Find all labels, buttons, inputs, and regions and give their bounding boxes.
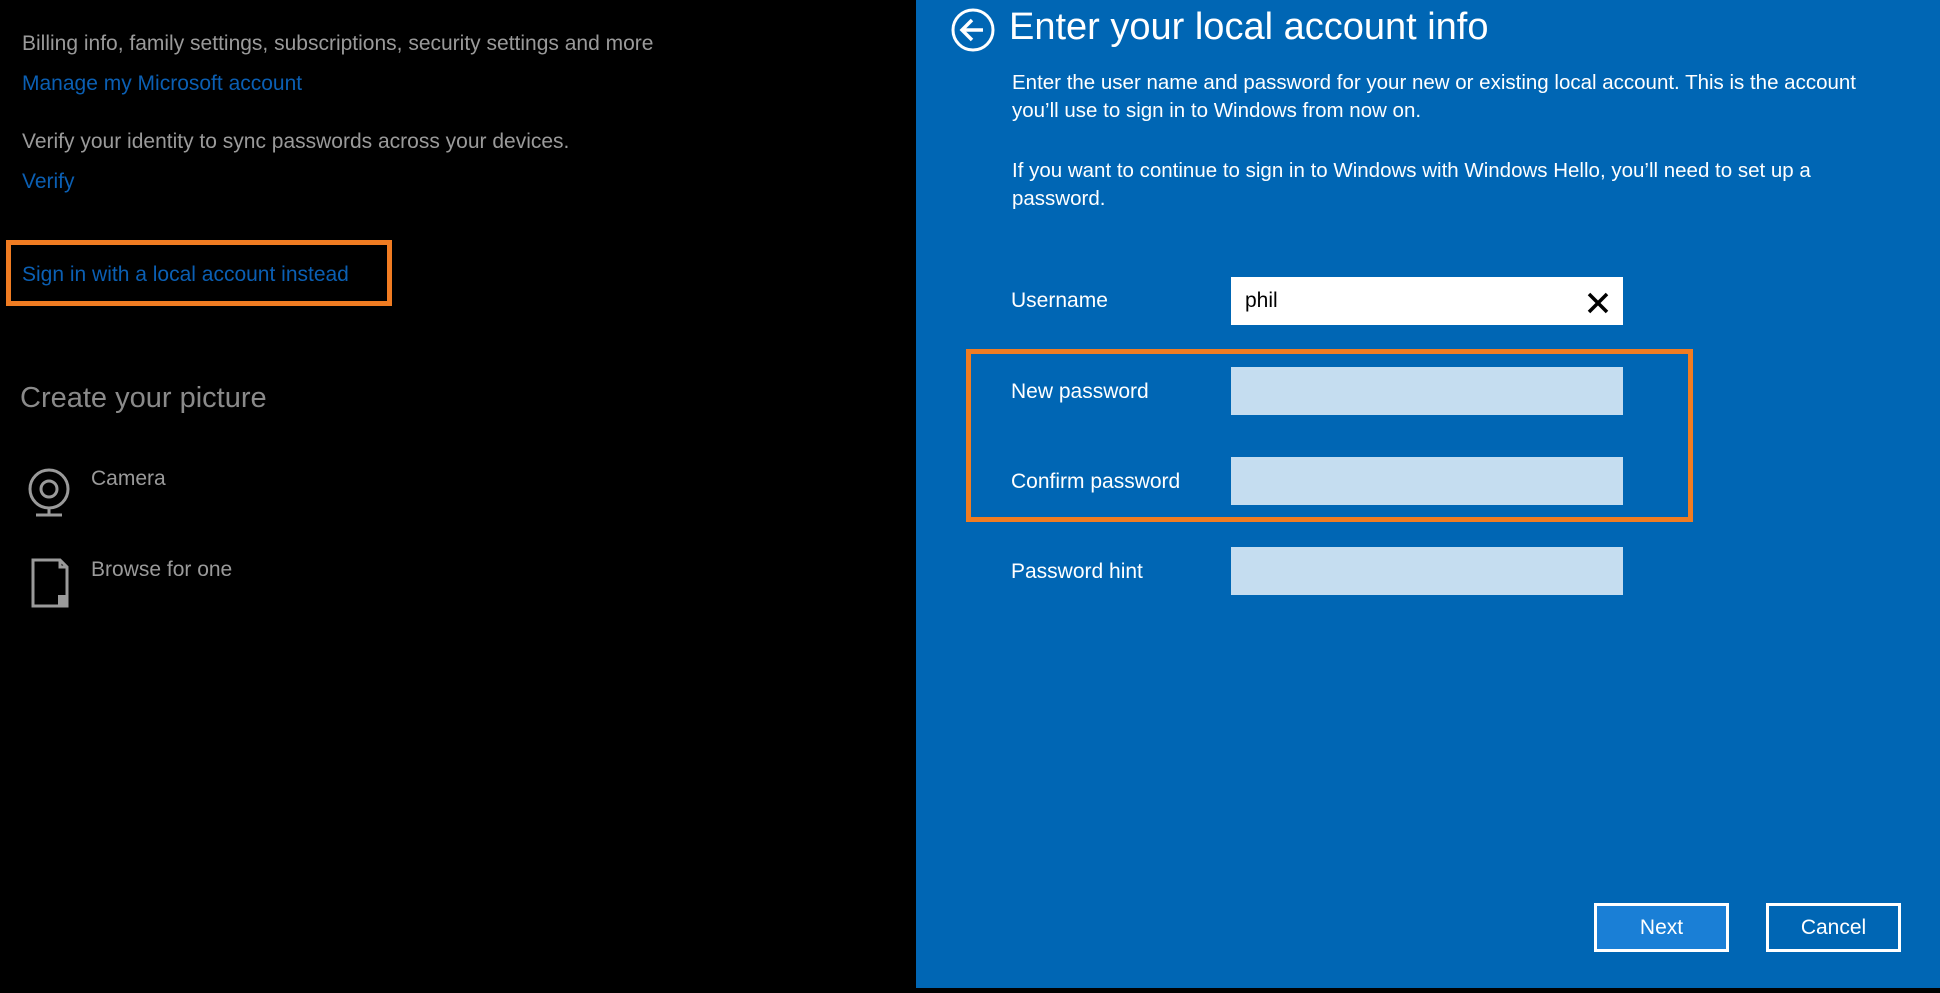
- next-button[interactable]: Next: [1594, 903, 1729, 952]
- confirm-password-field[interactable]: [1231, 457, 1623, 505]
- browse-option-label[interactable]: Browse for one: [91, 558, 232, 582]
- password-hint-field[interactable]: [1231, 547, 1623, 595]
- dialog-title: Enter your local account info: [1009, 6, 1489, 48]
- username-field[interactable]: [1231, 277, 1623, 325]
- camera-option-label[interactable]: Camera: [91, 467, 166, 491]
- confirm-password-label: Confirm password: [1011, 470, 1181, 493]
- verify-link[interactable]: Verify: [22, 170, 75, 194]
- new-password-label: New password: [1011, 380, 1149, 403]
- billing-info-text: Billing info, family settings, subscript…: [22, 32, 654, 55]
- local-account-link[interactable]: Sign in with a local account instead: [22, 263, 349, 287]
- local-account-dialog: Enter your local account info Enter the …: [916, 0, 1940, 988]
- password-hint-label: Password hint: [1011, 560, 1143, 583]
- verify-identity-text: Verify your identity to sync passwords a…: [22, 130, 570, 153]
- manage-account-link[interactable]: Manage my Microsoft account: [22, 72, 302, 96]
- windows-hello-note: If you want to continue to sign in to Wi…: [1012, 159, 1811, 210]
- cancel-button[interactable]: Cancel: [1766, 903, 1901, 952]
- create-picture-heading: Create your picture: [20, 382, 267, 414]
- dialog-description: Enter the user name and password for you…: [1012, 71, 1856, 122]
- back-arrow-icon[interactable]: [951, 8, 995, 52]
- username-label: Username: [1011, 289, 1108, 312]
- browse-file-icon[interactable]: [30, 557, 72, 609]
- clear-icon[interactable]: [1585, 290, 1611, 316]
- camera-icon[interactable]: [26, 466, 72, 518]
- settings-panel: Billing info, family settings, subscript…: [0, 0, 916, 993]
- new-password-field[interactable]: [1231, 367, 1623, 415]
